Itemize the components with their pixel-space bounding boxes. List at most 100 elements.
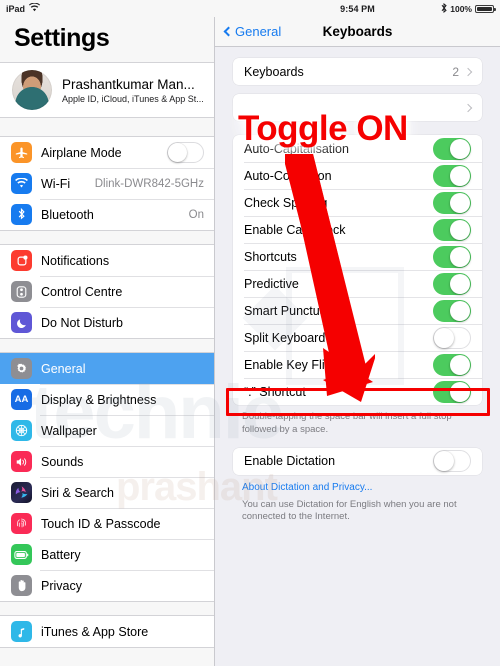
dictation-group: Enable Dictation — [233, 447, 482, 475]
smart-punctuation-switch[interactable] — [433, 299, 471, 322]
sidebar-item-label: Display & Brightness — [41, 392, 157, 407]
enable-key-flicks-switch[interactable] — [433, 353, 471, 376]
sidebar-item-wallpaper[interactable]: Wallpaper — [0, 415, 214, 446]
sidebar-item-label: Sounds — [41, 454, 84, 469]
sidebar-item-airplane-mode[interactable]: Airplane Mode — [0, 137, 214, 168]
sidebar-item-label: General — [41, 361, 86, 376]
text-replacement-group — [233, 94, 482, 121]
speaker-icon — [11, 451, 32, 472]
siri-icon — [11, 482, 32, 503]
back-button-general[interactable]: General — [223, 24, 282, 39]
period-shortcut-switch[interactable] — [433, 380, 471, 403]
sidebar-item-label: Touch ID & Passcode — [41, 516, 161, 531]
about-dictation-privacy-link[interactable]: About Dictation and Privacy... — [233, 475, 482, 493]
sidebar-item-sounds[interactable]: Sounds — [0, 446, 214, 477]
row-obscured-by-annotation[interactable] — [233, 94, 482, 121]
sidebar-item-itunes-app-store[interactable]: iTunes & App Store — [0, 616, 214, 647]
status-bar-left: iPad — [0, 0, 215, 17]
row-check-spelling[interactable]: Check Spelling — [233, 189, 482, 216]
sidebar-item-wifi[interactable]: Wi-Fi Dlink-DWR842-5GHz — [0, 168, 214, 199]
battery-icon — [11, 544, 32, 565]
page-title: Settings — [14, 24, 110, 52]
shortcuts-switch[interactable] — [433, 245, 471, 268]
sidebar-item-label: Do Not Disturb — [41, 315, 123, 330]
row-enable-key-flicks[interactable]: Enable Key Flicks — [233, 351, 482, 378]
sidebar-profile-group: Prashantkumar Man... Apple ID, iCloud, i… — [0, 62, 214, 118]
predictive-switch[interactable] — [433, 272, 471, 295]
gear-icon — [11, 358, 32, 379]
row-enable-caps-lock[interactable]: Enable Caps Lock — [233, 216, 482, 243]
auto-correction-switch[interactable] — [433, 164, 471, 187]
row-smart-punctuation[interactable]: Smart Punctuation — [233, 297, 482, 324]
sidebar-item-bluetooth[interactable]: Bluetooth On — [0, 199, 214, 230]
chevron-left-icon — [223, 26, 234, 37]
keyboards-count-value: 2 — [452, 64, 459, 79]
sidebar-item-control-centre[interactable]: Control Centre — [0, 276, 214, 307]
navigation-bar: General Keyboards — [215, 17, 500, 47]
settings-sidebar[interactable]: Settings Prashantkumar Man... Apple ID, … — [0, 17, 215, 666]
chevron-right-icon — [463, 103, 473, 112]
settings-scroll-area[interactable]: Keyboards 2 Auto-Capitalisation Auto-Cor… — [215, 47, 500, 666]
row-keyboards[interactable]: Keyboards 2 — [233, 58, 482, 85]
sidebar-item-label: Siri & Search — [41, 485, 114, 500]
sidebar-item-notifications[interactable]: Notifications — [0, 245, 214, 276]
split-keyboard-switch[interactable] — [433, 326, 471, 349]
sidebar-item-battery[interactable]: Battery — [0, 539, 214, 570]
sidebar-item-label: Wi-Fi — [41, 176, 71, 191]
sidebar-group-connectivity: Airplane Mode Wi-Fi Dlink-DWR842-5GHz Bl… — [0, 136, 214, 231]
row-shortcuts[interactable]: Shortcuts — [233, 243, 482, 270]
sidebar-item-label: Control Centre — [41, 284, 123, 299]
profile-name: Prashantkumar Man... — [62, 76, 195, 92]
keyboards-detail-panel: General Keyboards Keyboards 2 Auto-Capit… — [215, 17, 500, 666]
profile-subtitle: Apple ID, iCloud, iTunes & App St... — [62, 93, 204, 104]
sidebar-item-label: Bluetooth — [41, 207, 94, 222]
status-bar-right: 9:54 PM 100% — [215, 0, 500, 17]
sidebar-item-label: iTunes & App Store — [41, 624, 149, 639]
battery-full-icon — [475, 4, 496, 13]
row-predictive[interactable]: Predictive — [233, 270, 482, 297]
row-label: Enable Caps Lock — [244, 222, 346, 237]
row-auto-capitalisation[interactable]: Auto-Capitalisation — [233, 135, 482, 162]
sidebar-group-notifications: Notifications Control Centre Do Not Dist… — [0, 244, 214, 339]
keyboard-options-group: Auto-Capitalisation Auto-Correction Chec… — [233, 135, 482, 405]
sidebar-item-label: Notifications — [41, 253, 110, 268]
back-button-label: General — [235, 24, 282, 39]
notifications-icon — [11, 250, 32, 271]
device-label: iPad — [6, 3, 26, 14]
battery-percent-label: 100% — [450, 3, 472, 14]
airplane-mode-switch[interactable] — [167, 142, 204, 163]
enable-caps-lock-switch[interactable] — [433, 218, 471, 241]
sidebar-item-label: Battery — [41, 547, 81, 562]
row-label: Auto-Capitalisation — [244, 141, 349, 156]
row-enable-dictation[interactable]: Enable Dictation — [233, 448, 482, 475]
row-label: Auto-Correction — [244, 168, 332, 183]
sidebar-item-display-brightness[interactable]: AA Display & Brightness — [0, 384, 214, 415]
auto-capitalisation-switch[interactable] — [433, 137, 471, 160]
fingerprint-icon — [11, 513, 32, 534]
wifi-network-value: Dlink-DWR842-5GHz — [94, 177, 204, 190]
enable-dictation-switch[interactable] — [433, 450, 471, 473]
sidebar-item-privacy[interactable]: Privacy — [0, 570, 214, 601]
row-period-shortcut[interactable]: “.” Shortcut — [233, 378, 482, 405]
row-label: Smart Punctuation — [244, 303, 347, 318]
row-label: Predictive — [244, 276, 299, 291]
sidebar-group-system: General AA Display & Brightness Wallpape… — [0, 352, 214, 602]
row-split-keyboard[interactable]: Split Keyboard — [233, 324, 482, 351]
sidebar-item-do-not-disturb[interactable]: Do Not Disturb — [0, 307, 214, 338]
chevron-right-icon — [463, 67, 473, 76]
status-bar: iPad 9:54 PM 100% — [0, 0, 500, 17]
airplane-icon — [11, 142, 32, 163]
row-auto-correction[interactable]: Auto-Correction — [233, 162, 482, 189]
sidebar-item-general[interactable]: General — [0, 353, 214, 384]
row-label: Split Keyboard — [244, 330, 326, 345]
wifi-icon — [29, 2, 41, 14]
sidebar-item-apple-id[interactable]: Prashantkumar Man... Apple ID, iCloud, i… — [0, 63, 214, 117]
bluetooth-icon — [11, 204, 32, 225]
sidebar-item-siri-search[interactable]: Siri & Search — [0, 477, 214, 508]
keyboards-group: Keyboards 2 — [233, 58, 482, 85]
row-label: “.” Shortcut — [244, 384, 306, 399]
sidebar-item-touch-id-passcode[interactable]: Touch ID & Passcode — [0, 508, 214, 539]
wifi-icon — [11, 173, 32, 194]
check-spelling-switch[interactable] — [433, 191, 471, 214]
control-centre-icon — [11, 281, 32, 302]
